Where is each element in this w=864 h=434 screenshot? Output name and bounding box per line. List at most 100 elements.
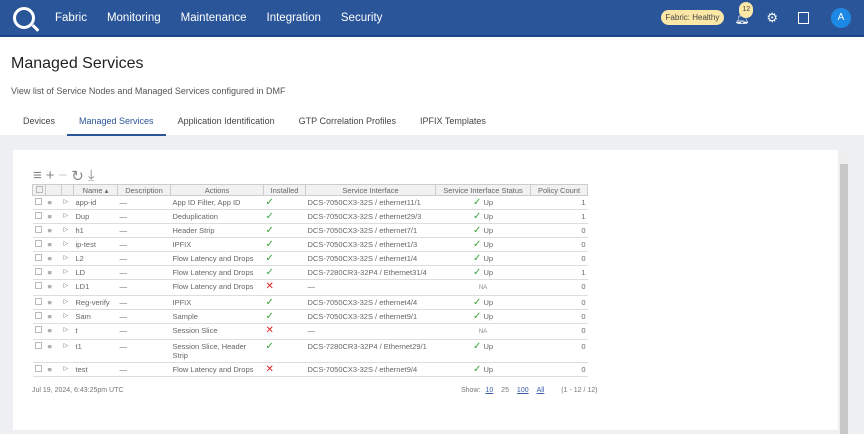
fabric-status-badge[interactable]: Fabric: Healthy [660, 10, 725, 25]
row-checkbox[interactable] [32, 237, 46, 252]
tab-devices[interactable]: Devices [11, 116, 67, 136]
expand-icon[interactable]: ▷ [61, 309, 74, 324]
service-interface: DCS-7050CX3-32S / ethernet11/1 [305, 195, 436, 210]
gear-icon[interactable]: ⚙ [766, 10, 778, 26]
service-interface: — [305, 323, 436, 340]
menu-icon[interactable]: ≡ [33, 167, 42, 185]
services-table: Name ▴ Description Actions Installed Ser… [32, 184, 588, 377]
expand-icon[interactable]: ▷ [61, 339, 74, 363]
row-menu-icon[interactable]: ≡ [45, 309, 62, 324]
table-row[interactable]: ≡ ▷ LD1 — Flow Latency and Drops ✕ — NA … [32, 279, 588, 296]
row-checkbox[interactable] [32, 323, 46, 340]
page-size-100[interactable]: 100 [517, 387, 529, 394]
expand-icon[interactable]: ▷ [61, 362, 74, 377]
service-name: test [73, 362, 118, 377]
tab-managed-services[interactable]: Managed Services [67, 116, 166, 136]
status: Up [483, 198, 494, 207]
status: Up [483, 268, 494, 277]
remove-icon[interactable]: − [59, 167, 68, 185]
row-menu-icon[interactable]: ≡ [45, 223, 62, 238]
select-all-checkbox[interactable] [32, 184, 46, 196]
description: — [117, 251, 171, 266]
row-checkbox[interactable] [32, 309, 46, 324]
check-icon: ✓ [472, 364, 482, 375]
description: — [117, 209, 171, 224]
policy-count: 0 [530, 251, 588, 266]
row-checkbox[interactable] [32, 295, 46, 310]
expand-icon[interactable]: ▷ [61, 323, 74, 340]
row-checkbox[interactable] [32, 279, 46, 296]
row-menu-icon[interactable]: ≡ [45, 251, 62, 266]
nav-maintenance[interactable]: Maintenance [181, 12, 247, 24]
expand-icon[interactable]: ▷ [61, 195, 74, 210]
table-row[interactable]: ≡ ▷ h1 — Header Strip ✓ DCS-7050CX3-32S … [32, 223, 588, 238]
status: Up [483, 298, 494, 307]
row-menu-icon[interactable]: ≡ [45, 295, 62, 310]
row-checkbox[interactable] [32, 339, 46, 363]
row-menu-icon[interactable]: ≡ [45, 265, 62, 280]
table-row[interactable]: ≡ ▷ L2 — Flow Latency and Drops ✓ DCS-70… [32, 251, 588, 266]
row-checkbox[interactable] [32, 195, 46, 210]
logo-icon[interactable] [13, 6, 35, 29]
row-menu-icon[interactable]: ≡ [45, 237, 62, 252]
row-menu-icon[interactable]: ≡ [45, 323, 62, 340]
expand-icon[interactable]: ▷ [61, 223, 74, 238]
row-menu-icon[interactable]: ≡ [45, 279, 62, 296]
row-checkbox[interactable] [32, 251, 46, 266]
row-menu-icon[interactable]: ≡ [45, 362, 62, 377]
row-checkbox[interactable] [32, 209, 46, 224]
table-row[interactable]: ≡ ▷ ip-test — IPFIX ✓ DCS-7050CX3-32S / … [32, 237, 588, 252]
expand-icon[interactable]: ▷ [61, 237, 74, 252]
expand-icon[interactable]: ▷ [61, 265, 74, 280]
actions: IPFIX [170, 295, 264, 310]
table-row[interactable]: ≡ ▷ Sam — Sample ✓ DCS-7050CX3-32S / eth… [32, 309, 588, 324]
nav-monitoring[interactable]: Monitoring [107, 12, 161, 24]
col-installed[interactable]: Installed [263, 184, 306, 196]
actions: IPFIX [170, 237, 264, 252]
row-menu-icon[interactable]: ≡ [45, 209, 62, 224]
download-icon[interactable]: ⤓ [88, 167, 95, 185]
add-icon[interactable]: + [46, 167, 55, 185]
bell-icon[interactable]: 🔔︎ 12 [734, 1, 754, 25]
table-row[interactable]: ≡ ▷ Dup — Deduplication ✓ DCS-7050CX3-32… [32, 209, 588, 224]
row-checkbox[interactable] [32, 265, 46, 280]
row-menu-icon[interactable]: ≡ [45, 339, 62, 363]
description: — [117, 195, 171, 210]
row-menu-icon[interactable]: ≡ [45, 195, 62, 210]
tab-gtp-correlation-profiles[interactable]: GTP Correlation Profiles [287, 116, 408, 136]
expand-icon[interactable]: ▷ [61, 251, 74, 266]
col-description[interactable]: Description [117, 184, 171, 196]
col-name[interactable]: Name ▴ [73, 184, 118, 196]
tab-ipfix-templates[interactable]: IPFIX Templates [408, 116, 498, 136]
row-checkbox[interactable] [32, 223, 46, 238]
row-checkbox[interactable] [32, 362, 46, 377]
table-row[interactable]: ≡ ▷ t — Session Slice ✕ — NA 0 [32, 323, 588, 340]
nav-security[interactable]: Security [341, 12, 383, 24]
check-icon: ✓ [472, 297, 482, 308]
nav-fabric[interactable]: Fabric [55, 12, 87, 24]
description: — [117, 265, 171, 280]
tab-application-identification[interactable]: Application Identification [166, 116, 287, 136]
expand-icon[interactable]: ▷ [61, 209, 74, 224]
check-icon: ✓ [263, 223, 306, 238]
nav-integration[interactable]: Integration [267, 12, 321, 24]
table-row[interactable]: ≡ ▷ test — Flow Latency and Drops ✕ DCS-… [32, 362, 588, 377]
table-row[interactable]: ≡ ▷ LD — Flow Latency and Drops ✓ DCS-72… [32, 265, 588, 280]
col-service-interface[interactable]: Service Interface [305, 184, 436, 196]
table-row[interactable]: ≡ ▷ app-id — App ID Filter, App ID ✓ DCS… [32, 195, 588, 210]
table-row[interactable]: ≡ ▷ t1 — Session Slice, Header Strip ✓ D… [32, 339, 588, 363]
page-size-all[interactable]: All [537, 387, 545, 394]
expand-icon[interactable]: ▷ [61, 295, 74, 310]
refresh-icon[interactable]: ↻ [71, 167, 84, 185]
avatar[interactable]: A [831, 7, 851, 28]
page-size-10[interactable]: 10 [485, 387, 493, 394]
col-actions[interactable]: Actions [170, 184, 264, 196]
col-status[interactable]: Service Interface Status [435, 184, 531, 196]
page-size-25[interactable]: 25 [501, 387, 509, 394]
docs-icon[interactable] [798, 11, 809, 24]
col-policy-count[interactable]: Policy Count [530, 184, 588, 196]
cross-icon: ✕ [263, 362, 306, 377]
scrollbar[interactable] [839, 152, 849, 434]
expand-icon[interactable]: ▷ [61, 279, 74, 296]
table-row[interactable]: ≡ ▷ Reg-verify — IPFIX ✓ DCS-7050CX3-32S… [32, 295, 588, 310]
